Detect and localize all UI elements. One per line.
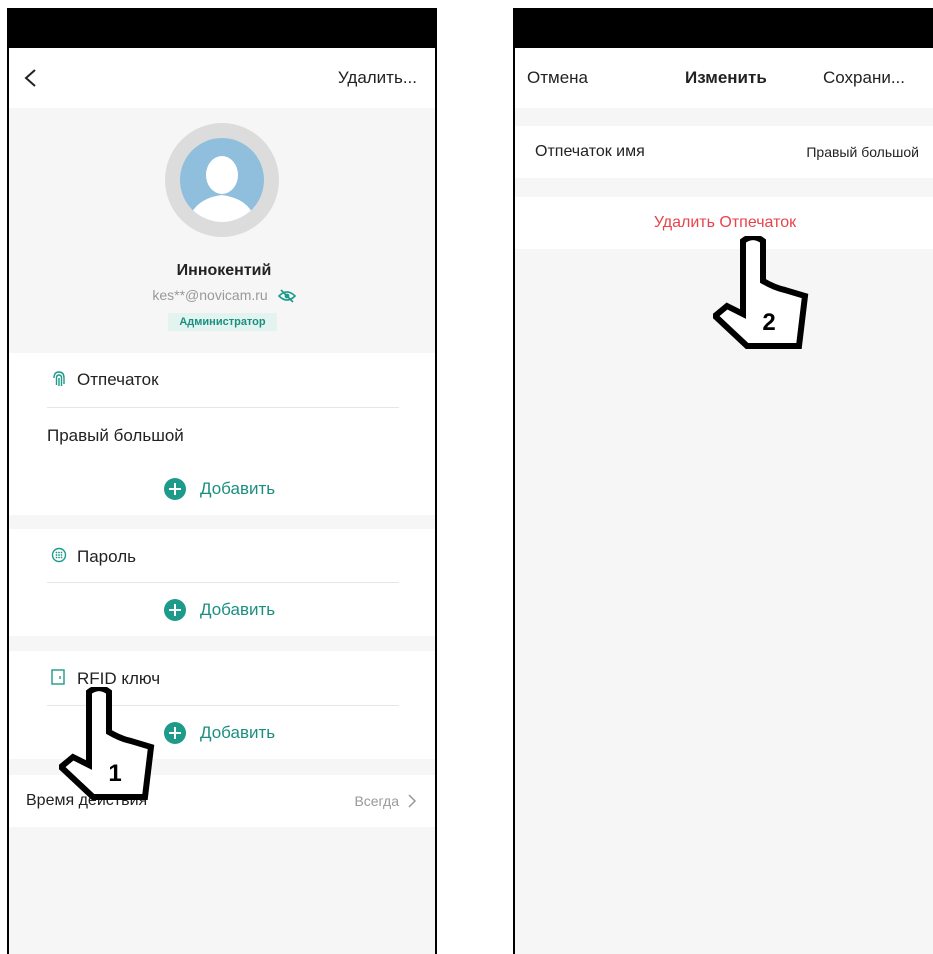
fingerprint-item[interactable]: Правый большой xyxy=(47,426,184,446)
role-badge: Администратор xyxy=(168,313,277,331)
plus-icon xyxy=(164,599,186,621)
user-icon xyxy=(180,138,264,222)
fingerprint-icon xyxy=(53,371,65,386)
fingerprint-name-row[interactable]: Отпечаток имя Правый большой xyxy=(515,126,933,178)
pointer-number: 2 xyxy=(762,309,775,336)
fingerprint-section: Отпечаток Правый большой Добавить xyxy=(9,353,435,515)
add-password-label: Добавить xyxy=(200,600,276,619)
chevron-right-icon xyxy=(408,794,417,808)
save-button[interactable]: Сохрани... xyxy=(823,48,905,108)
nav-bar: Отмена Изменить Сохрани... xyxy=(515,48,933,108)
add-rfid-label: Добавить xyxy=(200,723,276,742)
fingerprint-name-label: Отпечаток имя xyxy=(535,143,645,160)
chevron-left-icon[interactable] xyxy=(21,68,41,88)
page-title: Изменить xyxy=(685,68,767,87)
add-rfid-button[interactable]: Добавить xyxy=(164,721,275,745)
delete-user-button[interactable]: Удалить... xyxy=(338,48,417,108)
profile-screen: Удалить... Иннокентий kes**@novicam.ru А… xyxy=(7,8,437,954)
fingerprint-name-value: Правый большой xyxy=(806,144,919,160)
avatar xyxy=(165,123,279,237)
visibility-icon[interactable] xyxy=(277,289,296,303)
add-fingerprint-button[interactable]: Добавить xyxy=(164,477,275,501)
pointing-hand-icon: 1 xyxy=(59,687,155,800)
keypad-icon xyxy=(51,547,67,563)
profile-email-row: kes**@novicam.ru xyxy=(9,287,435,303)
nav-bar: Удалить... xyxy=(9,48,435,108)
fingerprint-title: Отпечаток xyxy=(77,370,159,389)
validity-value: Всегда xyxy=(354,793,399,809)
cancel-button[interactable]: Отмена xyxy=(527,48,588,108)
pointer-number: 1 xyxy=(108,760,121,787)
password-section: Пароль Добавить xyxy=(9,529,435,636)
divider xyxy=(47,582,399,583)
status-bar xyxy=(9,10,435,48)
plus-icon xyxy=(164,478,186,500)
edit-fingerprint-screen: Отмена Изменить Сохрани... Отпечаток имя… xyxy=(513,8,933,954)
password-title: Пароль xyxy=(77,547,136,566)
delete-fingerprint-label: Удалить Отпечаток xyxy=(653,214,797,231)
status-bar xyxy=(515,10,933,48)
card-icon xyxy=(51,669,65,685)
pointing-hand-icon: 2 xyxy=(713,236,809,349)
add-fingerprint-label: Добавить xyxy=(200,479,276,498)
divider xyxy=(47,407,399,408)
add-password-button[interactable]: Добавить xyxy=(164,598,275,622)
plus-icon xyxy=(164,722,186,744)
rfid-title: RFID ключ xyxy=(77,669,161,688)
profile-name: Иннокентий xyxy=(176,262,272,279)
profile-email: kes**@novicam.ru xyxy=(152,287,268,303)
